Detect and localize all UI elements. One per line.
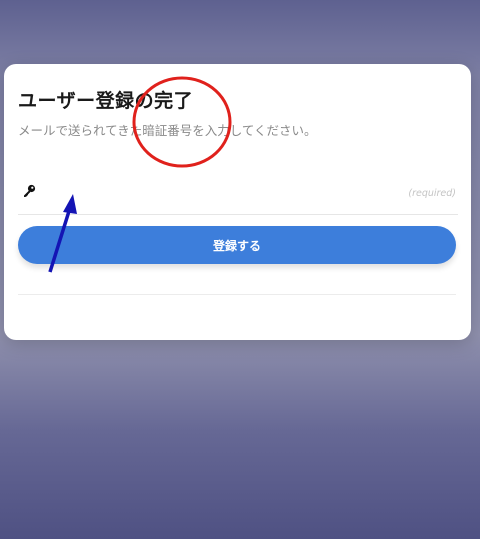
page-title: ユーザー登録の完了 bbox=[18, 90, 194, 112]
register-button[interactable]: 登録する bbox=[18, 226, 456, 264]
pin-code-field[interactable]: (required) bbox=[18, 172, 458, 215]
instruction-text: メールで送られてきた暗証番号を入力してください。 bbox=[18, 123, 317, 138]
pin-code-input[interactable] bbox=[48, 180, 412, 206]
required-label: (required) bbox=[408, 188, 456, 199]
divider bbox=[18, 294, 456, 295]
key-icon bbox=[24, 184, 36, 197]
registration-card: ユーザー登録の完了 メールで送られてきた暗証番号を入力してください。 (requ… bbox=[4, 64, 471, 340]
